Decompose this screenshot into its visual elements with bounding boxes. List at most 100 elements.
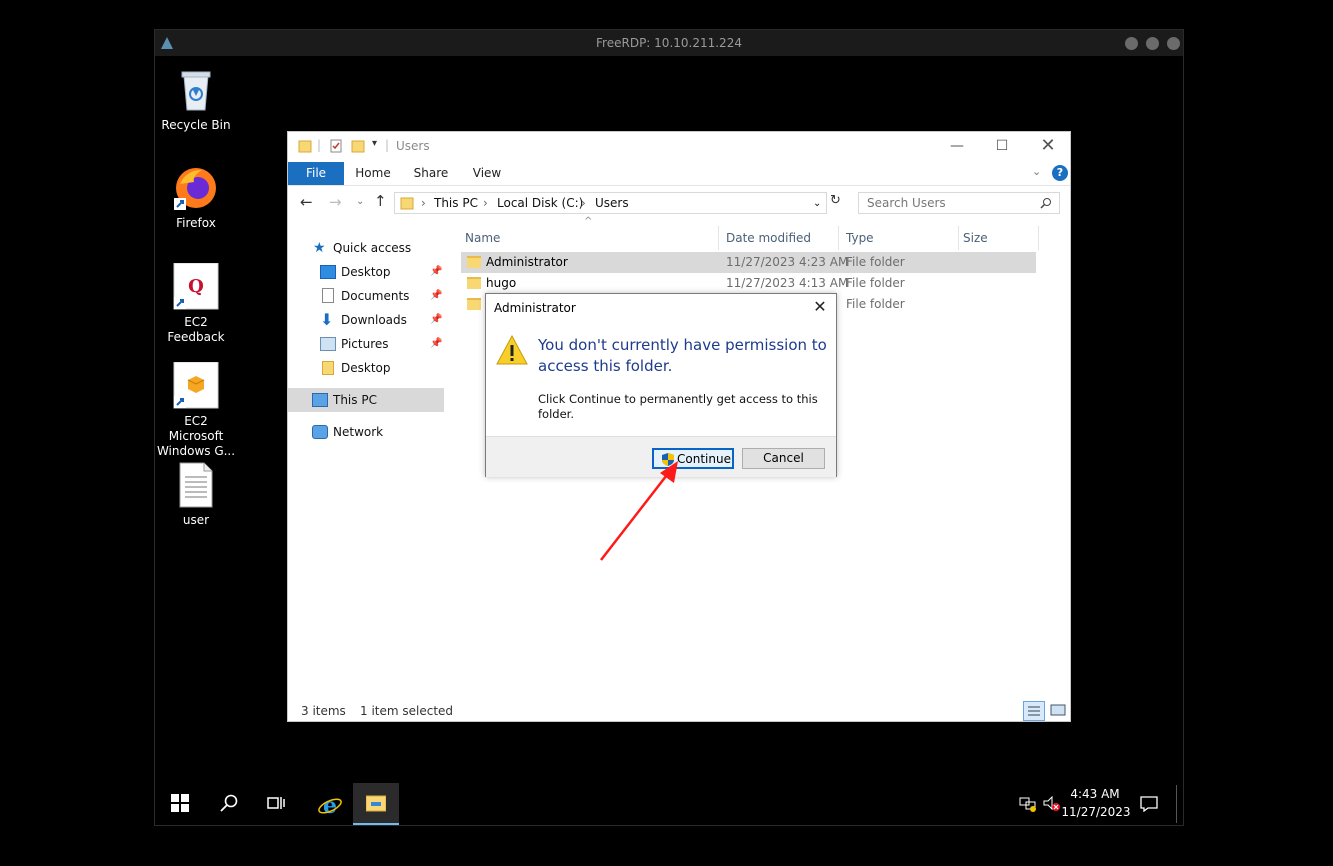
desktop-icon-recycle-bin[interactable]: Recycle Bin — [156, 66, 236, 133]
nav-label: Quick access — [333, 241, 412, 255]
row-name: Administrator — [486, 255, 568, 269]
column-header-name[interactable]: Name — [461, 226, 719, 250]
internet-explorer-button[interactable]: e — [305, 783, 351, 825]
breadcrumb-this-pc[interactable]: This PC — [434, 196, 478, 210]
dialog-heading: You don't currently have permission to a… — [538, 336, 827, 375]
column-header-type[interactable]: Type — [839, 226, 959, 250]
file-explorer-button[interactable] — [353, 783, 399, 825]
permission-dialog: Administrator ✕ You don't currently have… — [485, 293, 837, 477]
desktop-icon-ec2-feedback[interactable]: Q EC2 Feedback — [156, 262, 236, 345]
file-explorer-icon — [366, 795, 386, 812]
network-tray-icon[interactable] — [1019, 796, 1037, 812]
desktop-icon-label: Recycle Bin — [161, 118, 231, 132]
close-button[interactable]: ✕ — [1026, 135, 1070, 157]
column-header-size[interactable]: Size — [959, 226, 1039, 250]
network-icon — [312, 425, 328, 439]
pin-icon: 📌 — [430, 314, 443, 325]
desktop-icon-user[interactable]: user — [156, 461, 236, 528]
forward-arrow-icon[interactable]: → — [329, 193, 342, 211]
expand-ribbon-icon[interactable]: ⌄ — [1032, 165, 1041, 178]
breadcrumb-separator-icon: › — [421, 196, 426, 210]
pictures-icon — [320, 337, 336, 351]
desktop-icon-ec2-windows-guide[interactable]: EC2 Microsoft Windows G... — [156, 361, 236, 459]
tab-share[interactable]: Share — [406, 162, 456, 185]
refresh-icon[interactable]: ↻ — [830, 193, 841, 208]
cancel-button[interactable]: Cancel — [742, 448, 825, 469]
table-row[interactable]: Administrator 11/27/2023 4:23 AM File fo… — [461, 252, 1036, 273]
folder-icon — [467, 298, 481, 310]
recycle-bin-icon — [172, 66, 220, 114]
large-icons-view-icon[interactable] — [1048, 701, 1068, 721]
tab-file[interactable]: File — [288, 162, 344, 185]
up-arrow-icon[interactable]: ↑ — [374, 192, 387, 210]
nav-downloads[interactable]: ⬇ Downloads 📌 — [288, 308, 444, 332]
show-desktop-button[interactable] — [1176, 785, 1177, 823]
volume-muted-icon[interactable] — [1043, 796, 1061, 812]
computer-icon — [312, 393, 328, 407]
tab-view[interactable]: View — [462, 162, 512, 185]
action-center-icon[interactable] — [1140, 796, 1158, 812]
nav-network[interactable]: Network — [288, 420, 444, 444]
task-view-icon — [267, 797, 285, 809]
folder-icon — [467, 277, 481, 289]
freerdp-title: FreeRDP: 10.10.211.224 — [596, 36, 742, 50]
properties-icon[interactable] — [329, 139, 343, 153]
rdp-minimize-button[interactable] — [1125, 37, 1138, 50]
pin-icon: 📌 — [430, 290, 443, 301]
taskbar: e 4:43 AM 11/27/2023 — [155, 783, 1183, 825]
windows-logo-icon — [171, 794, 189, 812]
desktop-icon — [320, 265, 336, 279]
qat-dropdown-icon[interactable]: ▾ — [372, 138, 377, 149]
nav-documents[interactable]: Documents 📌 — [288, 284, 444, 308]
freerdp-titlebar[interactable]: FreeRDP: 10.10.211.224 — [155, 30, 1183, 57]
ec2-windows-guide-icon — [172, 361, 220, 410]
maximize-button[interactable]: ☐ — [980, 135, 1024, 157]
desktop-icon-firefox[interactable]: Firefox — [156, 164, 236, 231]
search-placeholder: Search Users — [867, 196, 946, 210]
nav-desktop-folder[interactable]: Desktop — [288, 356, 444, 380]
search-icon — [1040, 198, 1051, 209]
desktop-icon-label: user — [182, 513, 210, 527]
breadcrumb-local-disk[interactable]: Local Disk (C:) — [497, 196, 583, 210]
back-arrow-icon[interactable]: ← — [300, 193, 313, 211]
column-header-date-modified[interactable]: Date modified — [719, 226, 839, 250]
text-file-icon — [172, 461, 220, 509]
nav-pictures[interactable]: Pictures 📌 — [288, 332, 444, 356]
clock-time[interactable]: 4:43 AM — [1065, 787, 1125, 801]
status-item-count: 3 items — [301, 704, 346, 718]
rdp-maximize-button[interactable] — [1146, 37, 1159, 50]
tab-home[interactable]: Home — [348, 162, 398, 185]
start-button[interactable] — [158, 783, 204, 825]
documents-icon — [322, 288, 334, 303]
breadcrumb-users[interactable]: Users — [595, 196, 629, 210]
help-icon[interactable]: ? — [1052, 165, 1068, 181]
folder-icon — [467, 256, 481, 268]
nav-desktop[interactable]: Desktop 📌 — [288, 260, 444, 284]
table-row[interactable]: hugo 11/27/2023 4:13 AM File folder — [461, 273, 1036, 294]
task-view-button[interactable] — [254, 783, 300, 825]
pin-icon: 📌 — [430, 266, 443, 277]
search-button[interactable] — [207, 783, 253, 825]
annotation-arrow-icon — [600, 461, 678, 561]
address-dropdown-icon[interactable]: ⌄ — [813, 198, 821, 209]
recent-locations-icon[interactable]: ⌄ — [356, 196, 364, 207]
folder-icon — [322, 361, 334, 375]
new-folder-icon[interactable] — [351, 139, 365, 153]
firefox-icon — [172, 164, 220, 212]
details-view-icon[interactable] — [1023, 701, 1045, 721]
nav-label: Downloads — [341, 313, 407, 327]
desktop-icon-label: EC2 Microsoft Windows G... — [156, 414, 236, 458]
minimize-button[interactable]: — — [935, 135, 979, 157]
clock-date[interactable]: 11/27/2023 — [1061, 805, 1131, 819]
ec2-feedback-icon: Q — [172, 262, 220, 311]
row-type: File folder — [846, 276, 905, 290]
dialog-message: Click Continue to permanently get access… — [538, 392, 818, 421]
nav-this-pc[interactable]: This PC — [288, 388, 444, 412]
nav-quick-access[interactable]: ★ Quick access — [288, 236, 444, 260]
dialog-close-button[interactable]: ✕ — [810, 296, 830, 318]
search-input[interactable]: Search Users — [858, 192, 1060, 214]
explorer-titlebar[interactable]: | ▾ | Users — ☐ ✕ — [288, 132, 1070, 160]
rdp-close-button[interactable] — [1167, 37, 1180, 50]
address-box[interactable]: › This PC › Local Disk (C:) › Users ⌄ — [394, 192, 827, 214]
row-name: hugo — [486, 276, 517, 290]
